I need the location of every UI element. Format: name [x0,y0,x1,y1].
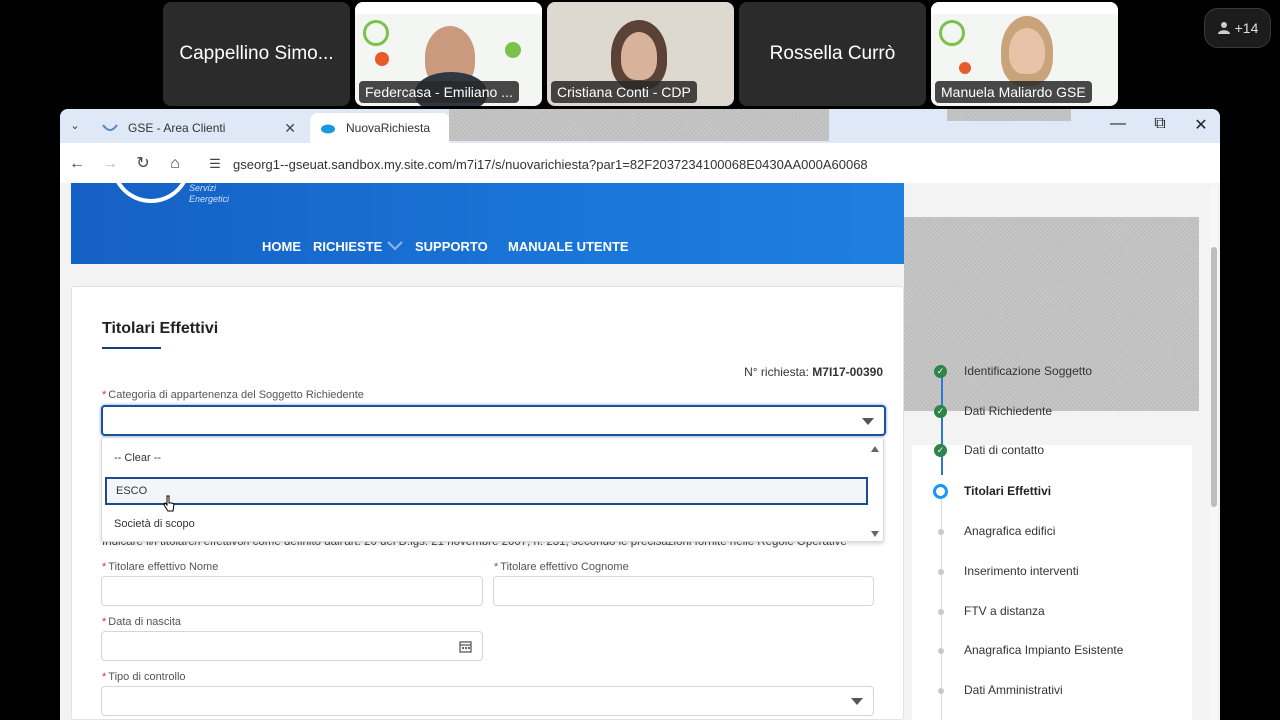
category-label: * Categoria di appartenenza del Soggetto … [102,389,364,401]
current-step-icon [933,484,948,499]
participant-name: Rossella Currò [769,43,896,64]
participant-name: Cristiana Conti - CDP [551,81,697,103]
more-participants-button[interactable]: +14 [1204,8,1271,48]
tab-title: NuovaRichiesta [346,121,431,135]
scroll-down-icon[interactable] [871,531,879,537]
participant-tile[interactable]: Manuela Maliardo GSE [931,2,1118,106]
calendar-icon[interactable] [459,640,472,653]
check-icon: ✓ [934,444,947,457]
nome-input[interactable] [101,576,483,606]
redacted-area [904,217,1199,411]
cognome-label: * Titolare effettivo Cognome [494,561,629,573]
back-icon[interactable]: ← [66,153,88,175]
dropdown-option-societa[interactable]: Società di scopo [105,510,868,538]
hand-cursor-icon [163,495,175,512]
nav-supporto[interactable]: SUPPORTO [415,239,488,254]
reload-icon[interactable]: ↻ [132,153,154,175]
site-settings-icon[interactable]: ☰ [204,153,226,175]
dropdown-option-esco[interactable]: ESCO [105,477,868,505]
home-icon[interactable]: ⌂ [164,153,186,175]
slide-graphic [363,20,389,46]
chevron-down-icon[interactable] [387,241,403,251]
dropdown-option-clear[interactable]: -- Clear -- [105,444,868,472]
participant-tile[interactable]: Cappellino Simo... [163,2,350,106]
pending-step-icon [938,529,944,535]
nascita-label: * Data di nascita [102,616,182,628]
tab-search-icon[interactable]: ⌄ [66,117,84,135]
redacted-area [449,109,829,141]
browser-window: ⌄ GSE - Area Clienti ✕ NuovaRichiesta — … [60,109,1220,720]
nascita-input[interactable] [101,631,483,661]
nav-manuale-utente[interactable]: MANUALE UTENTE [508,239,629,254]
controllo-label: * Tipo di controllo [102,671,186,683]
page-content: Servizi Energetici HOME RICHIESTE SUPPOR… [60,183,1220,720]
category-dropdown: -- Clear -- ESCO Società di scopo [101,437,884,542]
minimize-icon[interactable]: — [1106,115,1130,133]
pending-step-icon [938,609,944,615]
nome-label: * Titolare effettivo Nome [102,561,219,573]
cloud-favicon-icon [321,124,335,134]
nav-home[interactable]: HOME [262,239,301,254]
caret-down-icon [862,418,874,425]
nav-richieste[interactable]: RICHIESTE [313,239,382,254]
slide-graphic [375,52,389,66]
progress-sidebar [912,445,1192,720]
site-header: Servizi Energetici HOME RICHIESTE SUPPOR… [71,183,904,264]
page-title: Titolari Effettivi [102,320,219,337]
close-tab-icon[interactable]: ✕ [284,120,296,137]
check-icon: ✓ [934,365,947,378]
slide-graphic [505,42,521,58]
participant-tile[interactable]: Rossella Currò [739,2,926,106]
title-underline [102,347,161,349]
participant-name: Federcasa - Emiliano ... [359,81,519,103]
caret-down-icon [851,698,863,705]
tab-gse-area-clienti[interactable]: GSE - Area Clienti ✕ [92,113,306,143]
restore-icon[interactable]: ⧉ [1148,115,1172,133]
form-card: Titolari Effettivi N° richiesta: M7I17-0… [71,286,904,720]
slide-header [931,2,1118,14]
close-window-icon[interactable]: ✕ [1189,115,1213,135]
more-participants-count: +14 [1234,20,1259,36]
participant-video [1009,28,1045,74]
gse-logo [111,183,191,203]
pending-step-icon [938,569,944,575]
category-select[interactable] [101,405,886,436]
participant-tile[interactable]: Federcasa - Emiliano ... [355,2,542,106]
person-icon [1217,22,1230,34]
participant-tile[interactable]: Cristiana Conti - CDP [547,2,734,106]
address-bar-row: ← → ↻ ⌂ ☰ gseorg1--gseuat.sandbox.my.sit… [60,143,1220,208]
request-number: N° richiesta: M7I17-00390 [744,365,883,379]
slide-header [355,2,542,14]
scroll-up-icon[interactable] [871,446,879,452]
gse-favicon-icon [102,124,118,131]
cognome-input[interactable] [493,576,874,606]
redacted-area [947,109,1071,121]
slide-graphic [959,62,971,74]
tab-nuova-richiesta[interactable]: NuovaRichiesta [310,113,450,143]
pending-step-icon [938,688,944,694]
forward-icon[interactable]: → [99,153,121,175]
progress-line [941,365,943,475]
participant-video [621,32,657,80]
participant-name: Cappellino Simo... [179,43,334,64]
scrollbar-thumb[interactable] [1211,247,1217,507]
participant-name: Manuela Maliardo GSE [935,81,1092,103]
progress-line-pending [941,483,942,720]
check-icon: ✓ [934,405,947,418]
page-scrollbar[interactable] [1210,187,1218,720]
tab-strip: ⌄ GSE - Area Clienti ✕ NuovaRichiesta — … [60,109,1220,143]
meeting-screen: Cappellino Simo... Federcasa - Emiliano … [0,0,1280,720]
url-field[interactable]: gseorg1--gseuat.sandbox.my.site.com/m7i1… [233,157,868,172]
slide-graphic [939,20,965,46]
tab-title: GSE - Area Clienti [128,121,226,135]
pending-step-icon [938,648,944,654]
controllo-select[interactable] [101,686,874,716]
brand-text: Servizi Energetici [189,183,230,204]
